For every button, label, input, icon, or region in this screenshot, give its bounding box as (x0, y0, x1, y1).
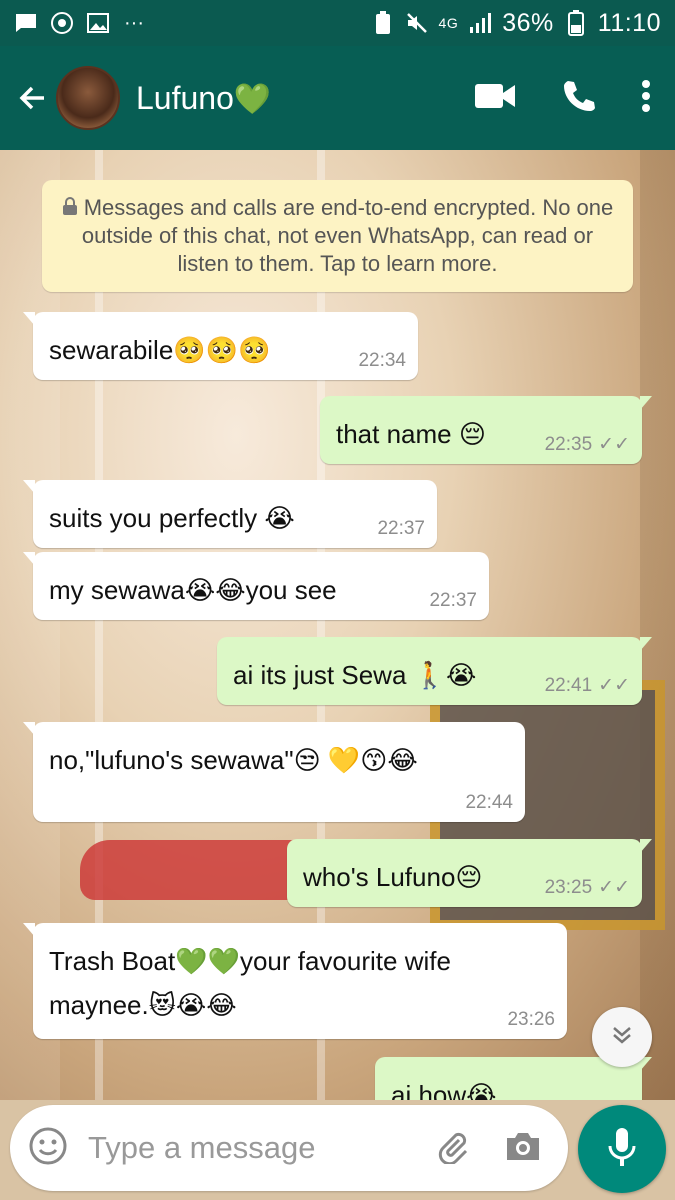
encryption-text: Messages and calls are end-to-end encryp… (81, 195, 614, 276)
timestamp: 22:34 (358, 350, 406, 371)
timestamp: 23:25 (544, 876, 593, 898)
message-time: 22:35 ✓✓ (545, 433, 630, 456)
message-time: 22:44 (465, 792, 513, 814)
timestamp: 22:35 (544, 433, 593, 455)
battery-saver-icon (371, 11, 395, 35)
encryption-notice[interactable]: Messages and calls are end-to-end encryp… (42, 180, 633, 292)
message-bubble[interactable]: sewarabile🥺🥺🥺 22:34 (23, 312, 418, 380)
camera-icon[interactable] (504, 1130, 542, 1167)
status-bar: ··· 4G 36% 11:10 (0, 0, 675, 46)
contact-name: Lufuno (136, 79, 234, 116)
clock: 11:10 (597, 8, 661, 37)
composer-bar (0, 1100, 675, 1200)
overflow-menu-icon[interactable] (641, 79, 651, 118)
message-input[interactable] (88, 1130, 398, 1166)
mute-icon (405, 11, 429, 35)
attach-icon[interactable] (434, 1128, 470, 1169)
message-time: 22:34 (358, 350, 406, 372)
timestamp: 22:44 (465, 792, 513, 813)
double-tick-icon: ✓✓ (598, 877, 630, 898)
scroll-down-button[interactable] (592, 1007, 652, 1067)
message-bubble[interactable]: that name 😔 22:35 ✓✓ (320, 396, 652, 464)
double-tick-icon: ✓✓ (598, 434, 630, 455)
message-text: ai its just Sewa 🚶😭 (233, 660, 477, 690)
double-tick-icon: ✓✓ (598, 675, 630, 696)
timestamp: 23:26 (507, 1009, 555, 1030)
contact-emoji: 💚 (233, 82, 272, 116)
message-text: sewarabile🥺🥺🥺 (49, 335, 271, 365)
composer-field[interactable] (10, 1105, 568, 1191)
message-bubble[interactable]: ai its just Sewa 🚶😭 22:41 ✓✓ (217, 637, 652, 705)
message-text: suits you perfectly 😭 (49, 503, 295, 533)
back-arrow-icon[interactable] (14, 80, 50, 116)
scroll-down-icon (609, 1022, 635, 1053)
emoji-icon[interactable] (28, 1126, 68, 1171)
message-bubble[interactable]: suits you perfectly 😭 22:37 (23, 480, 437, 548)
message-bubble[interactable]: my sewawa😭😂you see 22:37 (23, 552, 489, 620)
message-time: 22:37 (429, 590, 477, 612)
status-notifications: ··· (14, 11, 146, 35)
lock-icon (62, 194, 78, 222)
battery-percent: 36% (502, 8, 554, 37)
voice-record-button[interactable] (578, 1105, 666, 1193)
timestamp: 22:41 (544, 674, 593, 696)
composer-actions (434, 1128, 550, 1169)
message-text: that name 😔 (336, 419, 486, 449)
message-time: 22:37 (377, 518, 425, 540)
message-time: 23:25 ✓✓ (545, 876, 630, 899)
signal-icon (468, 11, 492, 35)
chat-header: Lufuno💚 (0, 46, 675, 150)
header-actions (475, 78, 661, 119)
chat-area[interactable]: Messages and calls are end-to-end encryp… (0, 150, 675, 1100)
message-text: who's Lufuno😔 (303, 862, 483, 892)
message-bubble[interactable]: ai how😭 (375, 1057, 652, 1100)
message-bubble[interactable]: who's Lufuno😔 23:25 ✓✓ (287, 839, 652, 907)
message-time: 23:26 (507, 1009, 555, 1031)
mic-icon (607, 1126, 637, 1173)
gallery-icon (86, 11, 110, 35)
message-bubble[interactable]: no,"lufuno's sewawa"😒 💛😙😂 22:44 (23, 722, 525, 822)
video-call-icon[interactable] (475, 82, 517, 115)
message-text: ai how😭 (391, 1080, 497, 1100)
avatar[interactable] (56, 66, 120, 130)
message-text: my sewawa😭😂you see (49, 575, 337, 605)
battery-icon (564, 10, 588, 36)
status-system: 4G 36% 11:10 (371, 9, 661, 38)
music-icon (50, 11, 74, 35)
more-dots-icon: ··· (124, 11, 144, 34)
message-bubble[interactable]: Trash Boat💚💚your favourite wife maynee.😻… (23, 923, 567, 1039)
timestamp: 22:37 (429, 590, 477, 611)
chat-icon (14, 11, 38, 35)
contact-name-block[interactable]: Lufuno💚 (136, 80, 271, 117)
message-text: no,"lufuno's sewawa"😒 💛😙😂 (49, 745, 418, 775)
phone-icon[interactable] (561, 78, 597, 119)
message-text: Trash Boat💚💚your favourite wife maynee.😻… (49, 946, 451, 1020)
message-time: 22:41 ✓✓ (545, 674, 630, 697)
timestamp: 22:37 (377, 518, 425, 539)
network-type: 4G (438, 15, 459, 31)
